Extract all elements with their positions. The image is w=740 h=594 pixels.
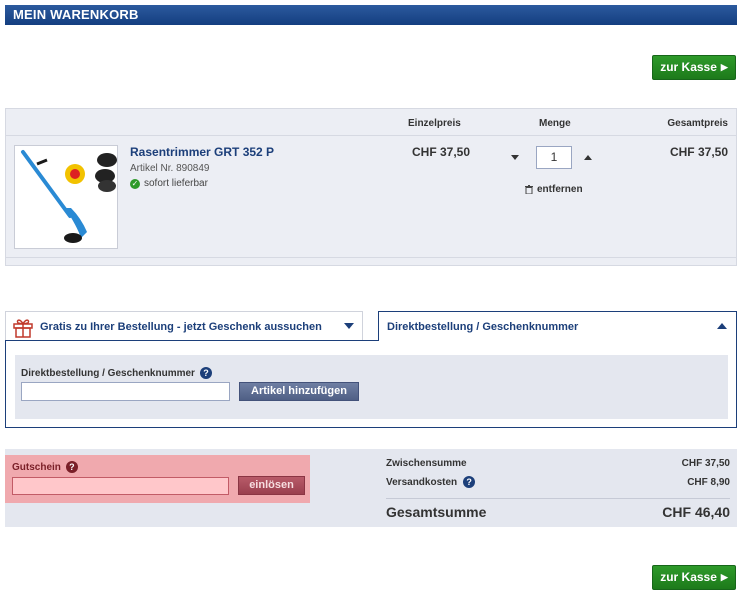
gift-icon	[13, 318, 33, 338]
article-number: Artikel Nr. 890849	[130, 163, 210, 174]
tab-gift[interactable]: Gratis zu Ihrer Bestellung - jetzt Gesch…	[5, 311, 363, 341]
quantity-decrease-icon[interactable]	[511, 155, 519, 160]
order-summary: Gutschein ? einlösen Zwischensumme CHF 3…	[5, 449, 737, 527]
shipping-label: Versandkosten	[386, 476, 458, 488]
direct-order-input[interactable]	[21, 382, 230, 401]
shipping-row: Versandkosten ? CHF 8,90	[386, 476, 730, 488]
coupon-input[interactable]	[12, 477, 229, 495]
help-icon[interactable]: ?	[463, 476, 476, 488]
redeem-coupon-button[interactable]: einlösen	[238, 476, 305, 495]
direct-order-field-label: Direktbestellung / Geschenknummer ?	[21, 367, 212, 379]
add-article-button[interactable]: Artikel hinzufügen	[239, 382, 359, 401]
help-icon[interactable]: ?	[199, 367, 212, 379]
subtotal-label: Zwischensumme	[386, 458, 467, 469]
caret-down-icon	[344, 323, 354, 329]
shipping-value: CHF 8,90	[687, 476, 730, 488]
shipping-label-group: Versandkosten ?	[386, 476, 476, 488]
checkout-button-top[interactable]: zur Kasse ▶	[652, 55, 736, 80]
remove-item-link[interactable]: entfernen	[525, 184, 583, 195]
column-header-total-price: Gesamtpreis	[667, 118, 728, 129]
availability: ✓ sofort lieferbar	[130, 178, 208, 189]
coupon-section: Gutschein ? einlösen	[5, 455, 310, 503]
cart-table: Einzelpreis Menge Gesamtpreis Rasentrimm…	[5, 108, 737, 266]
total-price: CHF 37,50	[669, 145, 728, 159]
trimmer-image	[21, 150, 117, 243]
divider	[386, 498, 730, 499]
checkout-button-bottom[interactable]: zur Kasse ▶	[652, 565, 736, 590]
direct-order-label-text: Direktbestellung / Geschenknummer	[21, 367, 195, 379]
column-header-unit-price: Einzelpreis	[408, 118, 461, 129]
checkout-label: zur Kasse	[660, 570, 717, 584]
help-icon[interactable]: ?	[65, 461, 78, 473]
subtotal-row: Zwischensumme CHF 37,50	[386, 458, 730, 469]
checkout-label: zur Kasse	[660, 60, 717, 74]
quantity-increase-icon[interactable]	[584, 155, 592, 160]
total-row: Gesamtsumme CHF 46,40	[386, 504, 730, 520]
quantity-input[interactable]: 1	[536, 146, 572, 169]
tab-direct-order[interactable]: Direktbestellung / Geschenknummer	[378, 311, 737, 341]
subtotal-value: CHF 37,50	[681, 458, 730, 469]
divider	[6, 257, 736, 258]
trash-icon	[525, 185, 533, 194]
chevron-right-icon: ▶	[720, 572, 728, 582]
caret-up-icon	[717, 323, 727, 329]
coupon-label-text: Gutschein	[12, 461, 61, 473]
product-image[interactable]	[14, 145, 118, 249]
page-title: MEIN WARENKORB	[5, 5, 737, 25]
tab-direct-order-label: Direktbestellung / Geschenknummer	[387, 320, 579, 333]
coupon-field-label: Gutschein ?	[12, 461, 78, 473]
column-header-quantity: Menge	[539, 118, 571, 129]
remove-label: entfernen	[537, 184, 583, 195]
direct-order-form: Direktbestellung / Geschenknummer ? Arti…	[15, 355, 728, 419]
checkmark-icon: ✓	[130, 178, 140, 189]
tab-gift-label: Gratis zu Ihrer Bestellung - jetzt Gesch…	[40, 320, 322, 333]
availability-label: sofort lieferbar	[144, 178, 208, 189]
total-value: CHF 46,40	[662, 504, 730, 520]
chevron-right-icon: ▶	[720, 62, 728, 72]
unit-price: CHF 37,50	[412, 145, 471, 159]
divider	[6, 135, 736, 136]
product-title[interactable]: Rasentrimmer GRT 352 P	[130, 145, 274, 159]
total-label: Gesamtsumme	[386, 504, 487, 520]
direct-order-panel: Direktbestellung / Geschenknummer ? Arti…	[5, 340, 737, 428]
